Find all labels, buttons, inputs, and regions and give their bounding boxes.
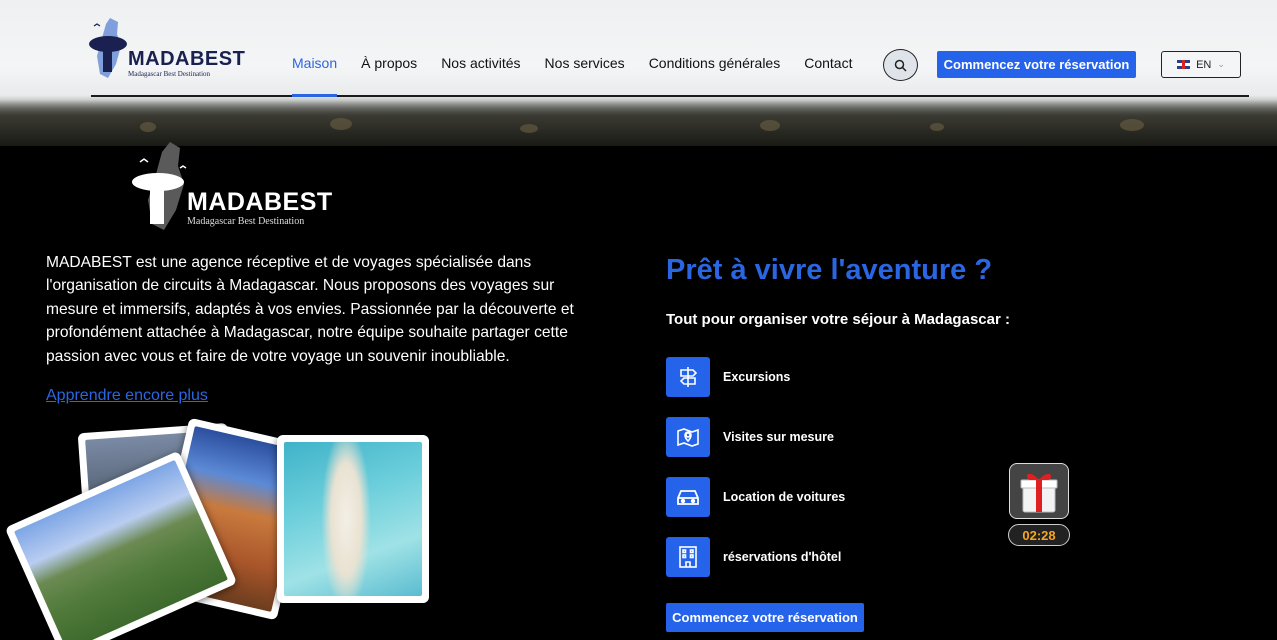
service-item-excursions[interactable]: Excursions <box>666 357 790 397</box>
nav-item-nos-activites[interactable]: Nos activités <box>441 52 520 96</box>
madagascar-baobab-logo-icon <box>89 18 127 78</box>
language-code: EN <box>1196 58 1212 71</box>
promo-gift-button[interactable] <box>1009 463 1069 519</box>
map-pin-icon <box>666 417 710 457</box>
service-label: Visites sur mesure <box>723 430 834 444</box>
about-logo-brand: MADABEST <box>187 188 333 216</box>
nav-item-a-propos[interactable]: À propos <box>361 52 417 96</box>
hotel-icon <box>666 537 710 577</box>
header-booking-button[interactable]: Commencez votre réservation <box>937 51 1136 78</box>
car-icon <box>666 477 710 517</box>
about-logo-tagline: Madagascar Best Destination <box>187 216 305 227</box>
search-icon <box>894 59 907 72</box>
photo-beach-sandbar <box>277 435 429 603</box>
main-nav: Maison À propos Nos activités Nos servic… <box>280 52 864 97</box>
service-label: réservations d'hôtel <box>723 550 842 564</box>
service-label: Excursions <box>723 370 791 384</box>
hero-booking-button[interactable]: Commencez votre réservation <box>666 603 864 632</box>
service-item-hotel[interactable]: réservations d'hôtel <box>666 537 841 577</box>
service-item-visites[interactable]: Visites sur mesure <box>666 417 834 457</box>
about-text: MADABEST est une agence réceptive et de … <box>46 254 574 365</box>
promo-countdown: 02:28 <box>1008 524 1070 546</box>
nav-item-contact[interactable]: Contact <box>804 52 852 96</box>
language-selector[interactable]: EN ⌄ <box>1161 51 1241 78</box>
logo-tagline: Madagascar Best Destination <box>128 70 211 78</box>
uk-flag-icon <box>1177 60 1191 69</box>
madagascar-baobab-logo-icon <box>132 142 187 230</box>
nav-item-nos-services[interactable]: Nos services <box>545 52 625 96</box>
about-logo: MADABEST Madagascar Best Destination <box>130 140 340 232</box>
search-button[interactable] <box>883 49 918 81</box>
signpost-icon <box>666 357 710 397</box>
learn-more-link[interactable]: Apprendre encore plus <box>46 387 208 405</box>
logo-brand: MADABEST <box>128 48 246 70</box>
nav-item-maison[interactable]: Maison <box>292 52 338 97</box>
gift-icon <box>1020 473 1058 513</box>
service-item-location-voitures[interactable]: Location de voitures <box>666 477 845 517</box>
nav-item-conditions-generales[interactable]: Conditions générales <box>649 52 781 96</box>
hero-title: Prêt à vivre l'aventure ? <box>666 254 993 286</box>
header-logo[interactable]: MADABEST Madagascar Best Destination <box>88 16 245 82</box>
service-label: Location de voitures <box>723 490 846 504</box>
chevron-down-icon: ⌄ <box>1217 59 1225 69</box>
hero-subtitle: Tout pour organiser votre séjour à Madag… <box>666 311 1010 328</box>
